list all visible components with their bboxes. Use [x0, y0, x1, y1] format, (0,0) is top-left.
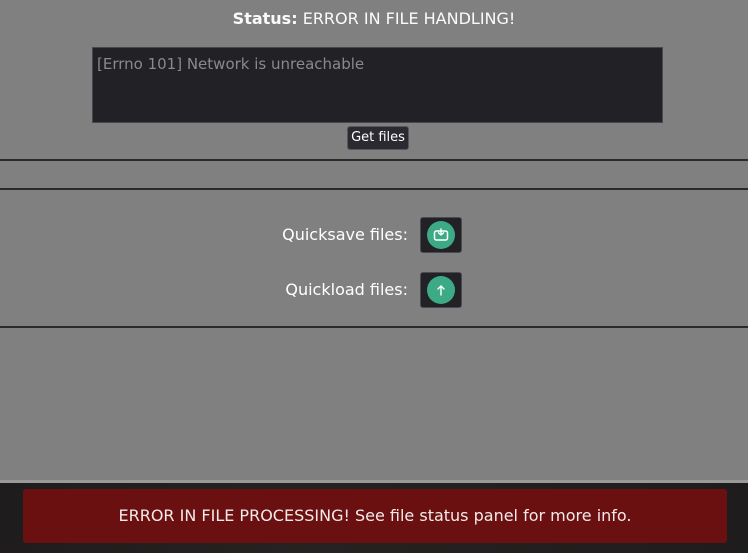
notification-bar: ERROR IN FILE PROCESSING! See file statu… — [0, 480, 748, 553]
quickload-row: Quickload files: — [0, 272, 748, 308]
upload-icon — [427, 276, 455, 304]
quicksave-button[interactable] — [420, 217, 462, 253]
quickload-label: Quickload files: — [285, 280, 408, 299]
status-value: ERROR IN FILE HANDLING! — [302, 9, 516, 28]
quickload-button[interactable] — [420, 272, 462, 308]
divider — [0, 326, 748, 328]
status-line: Status: ERROR IN FILE HANDLING! — [0, 9, 748, 29]
save-icon — [427, 221, 455, 249]
status-label: Status: — [232, 9, 298, 28]
error-notification[interactable]: ERROR IN FILE PROCESSING! See file statu… — [23, 489, 727, 543]
divider — [0, 159, 748, 161]
quicksave-label: Quicksave files: — [282, 225, 408, 244]
log-text: [Errno 101] Network is unreachable — [97, 55, 365, 73]
get-files-button[interactable]: Get files — [347, 126, 409, 150]
quicksave-row: Quicksave files: — [0, 217, 748, 253]
divider — [0, 188, 748, 190]
file-status-log[interactable]: [Errno 101] Network is unreachable — [92, 47, 663, 123]
